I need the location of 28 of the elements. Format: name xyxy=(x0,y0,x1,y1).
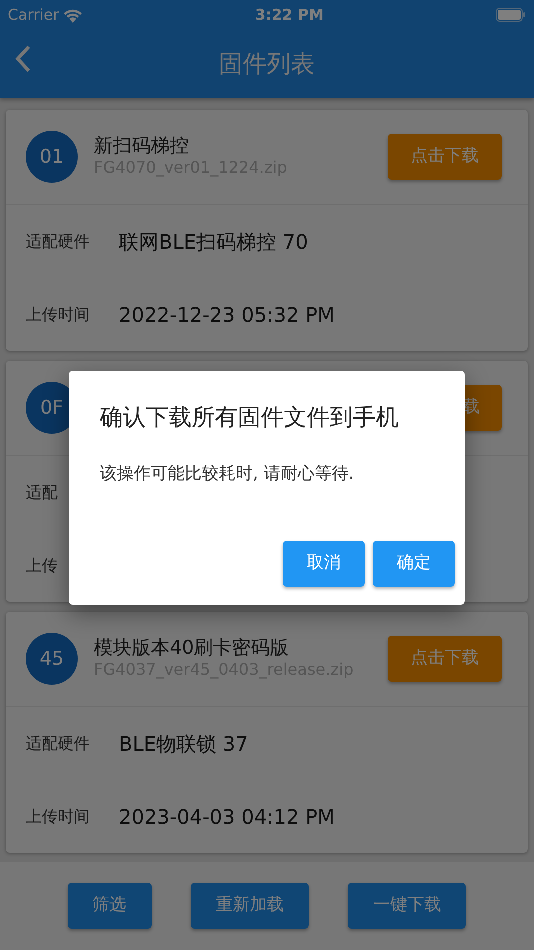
dialog-message: 该操作可能比较耗时, 请耐心等待. xyxy=(100,462,356,486)
version-badge: 45 xyxy=(26,633,78,685)
reload-button[interactable]: 重新加载 xyxy=(190,883,309,929)
firmware-name: 模块版本40刷卡密码版 xyxy=(94,637,290,660)
detail-label: 上传时间 xyxy=(26,806,91,828)
version-badge: 01 xyxy=(26,131,78,183)
firmware-name: 新扫码梯控 xyxy=(94,135,190,158)
carrier-name: Carrier xyxy=(8,4,60,26)
download-all-button[interactable]: 一键下载 xyxy=(348,883,466,929)
detail-label: 适配硬件 xyxy=(26,230,91,252)
detail-value: 2023-04-03 04:12 PM xyxy=(119,804,335,830)
wifi-icon xyxy=(63,8,84,22)
cancel-button[interactable]: 取消 xyxy=(283,541,365,587)
confirm-button[interactable]: 确定 xyxy=(373,541,455,587)
detail-label: 适配硬件 xyxy=(26,732,91,754)
detail-label: 上传时间 xyxy=(26,304,91,326)
status-time: 3:22 PM xyxy=(255,4,324,26)
detail-label: 适配 xyxy=(26,482,59,504)
filter-button[interactable]: 筛选 xyxy=(68,883,152,929)
detail-value: 2022-12-23 05:32 PM xyxy=(119,302,335,328)
detail-value: BLE物联锁 37 xyxy=(119,730,248,758)
dialog-title: 确认下载所有固件文件到手机 xyxy=(100,404,400,433)
page-title: 固件列表 xyxy=(219,49,315,80)
detail-label: 上传 xyxy=(26,554,59,576)
detail-value: 联网BLE扫码梯控 70 xyxy=(119,228,308,256)
download-button[interactable]: 点击下载 xyxy=(388,134,502,180)
download-button[interactable]: 点击下载 xyxy=(388,636,502,682)
back-button[interactable] xyxy=(14,44,32,74)
